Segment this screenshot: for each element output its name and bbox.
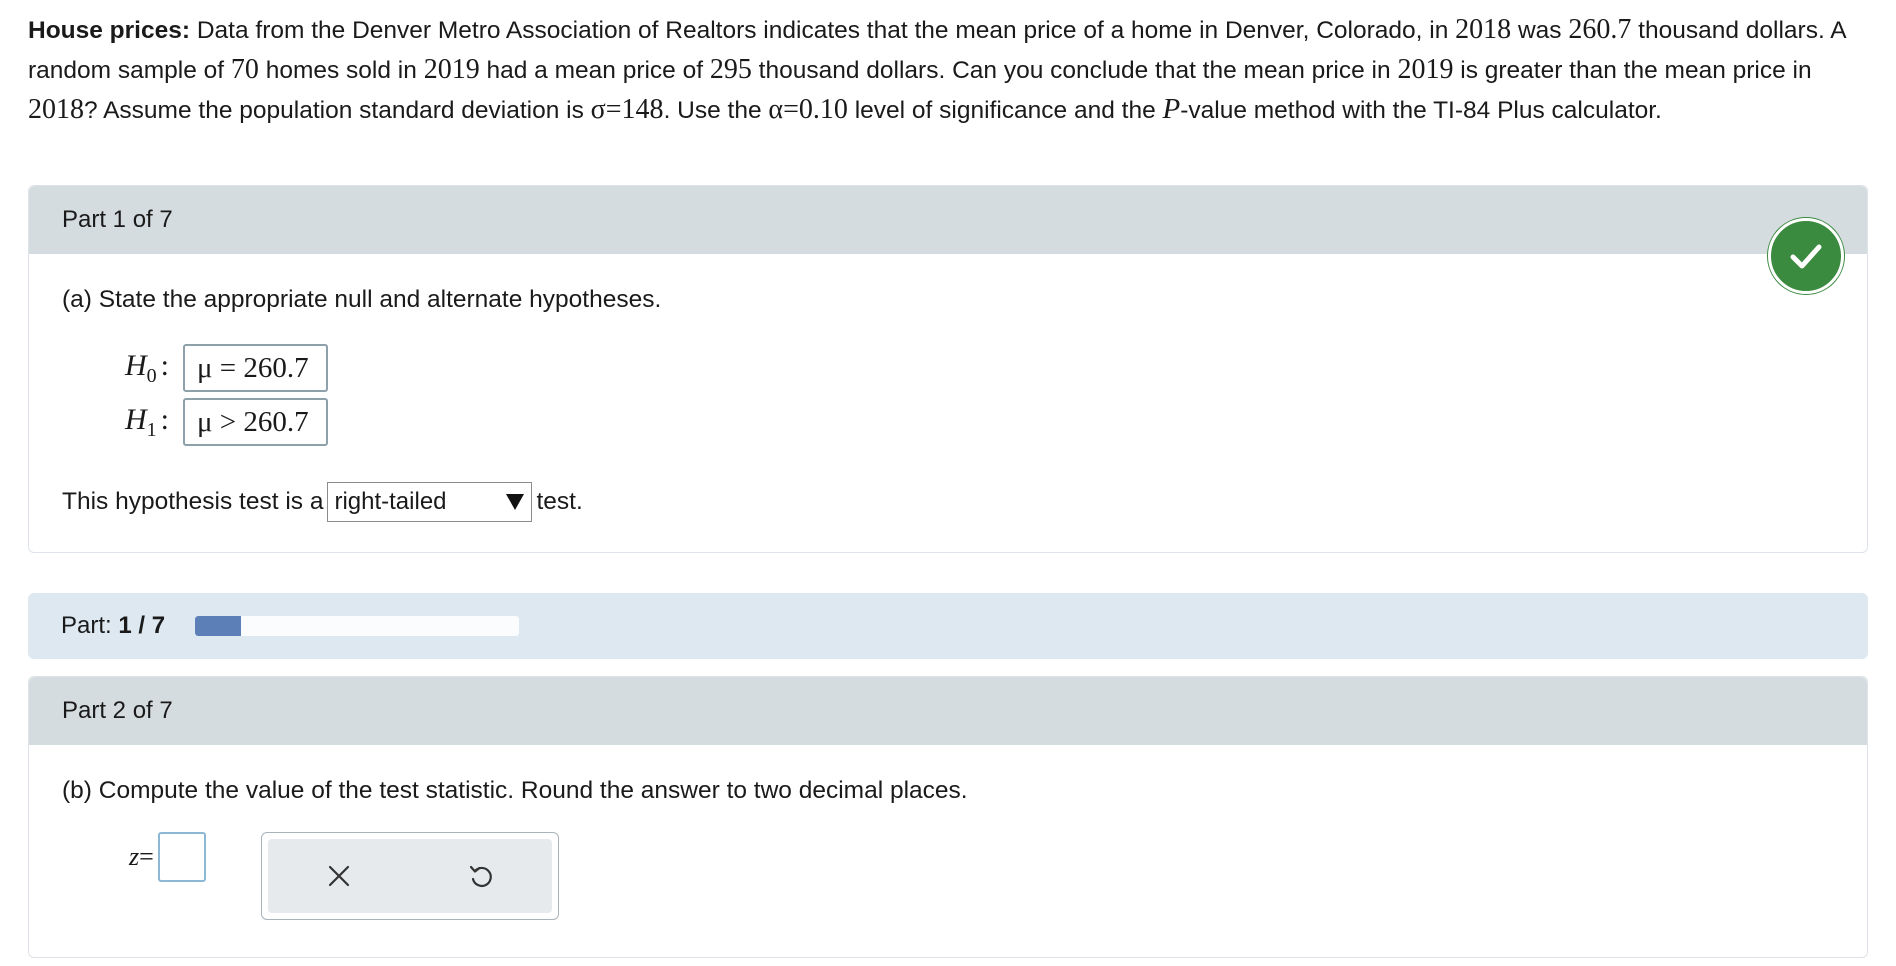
test-type-suffix: test.: [536, 488, 583, 515]
progress-fill: [195, 616, 242, 636]
h1-label: H1:: [125, 402, 170, 441]
math-alpha: α=0.10: [768, 94, 848, 125]
problem-text: was: [1511, 17, 1569, 44]
h0-answer-box[interactable]: μ = 260.7: [183, 344, 328, 392]
alt-hypothesis-row: H1: μ > 260.7: [125, 398, 328, 446]
progress-value: 1 / 7: [118, 612, 166, 639]
part1-question: (a) State the appropriate null and alter…: [62, 286, 662, 313]
progress-label: Part: 1 / 7: [61, 612, 166, 639]
test-type-sentence: This hypothesis test is a right-tailed t…: [62, 482, 583, 522]
problem-text: ? Assume the population standard deviati…: [84, 97, 591, 124]
z-answer-row: z =: [129, 832, 206, 882]
part2-card: Part 2 of 7 (b) Compute the value of the…: [28, 676, 1868, 958]
z-equals: =: [139, 842, 154, 871]
problem-text: Data from the Denver Metro Association o…: [190, 17, 1456, 44]
part2-header: Part 2 of 7: [29, 677, 1867, 745]
clear-button[interactable]: [309, 846, 369, 906]
math-year: 2019: [423, 54, 480, 85]
test-type-select[interactable]: right-tailed: [327, 482, 533, 522]
part1-header: Part 1 of 7: [29, 186, 1867, 254]
test-type-value: right-tailed: [334, 488, 447, 515]
problem-text: had a mean price of: [479, 57, 710, 84]
math-mean-2018: 260.7: [1568, 14, 1632, 45]
answer-toolbox: [261, 832, 559, 920]
part2-question: (b) Compute the value of the test statis…: [62, 777, 968, 804]
problem-statement: House prices: Data from the Denver Metro…: [28, 10, 1868, 130]
part1-card: Part 1 of 7 (a) State the appropriate nu…: [28, 185, 1868, 553]
h0-label: H0:: [125, 348, 170, 387]
part2-header-label: Part 2 of 7: [62, 697, 173, 724]
math-year: 2018: [28, 94, 84, 125]
clear-icon: [328, 865, 350, 887]
problem-text: homes sold in: [258, 57, 424, 84]
math-year: 2018: [1455, 14, 1512, 45]
problem-lead: House prices:: [28, 17, 191, 44]
test-type-prefix: This hypothesis test is a: [62, 488, 324, 515]
math-year: 2019: [1397, 54, 1454, 85]
problem-text: thousand dollars. Can you conclude that …: [751, 57, 1398, 84]
undo-button[interactable]: [451, 846, 511, 906]
math-p: P: [1162, 93, 1181, 125]
z-label: z: [129, 842, 140, 871]
check-icon: [1790, 244, 1822, 269]
problem-text: -value method with the TI-84 Plus calcul…: [1180, 97, 1662, 124]
null-hypothesis-row: H0: μ = 260.7: [125, 344, 328, 392]
progress-track: [195, 616, 520, 636]
correct-check-icon: [1768, 218, 1844, 294]
dropdown-arrow-icon: [506, 494, 525, 510]
problem-text: is greater than the mean price in: [1453, 57, 1812, 84]
math-sigma: σ=148: [590, 94, 664, 125]
z-input[interactable]: [157, 832, 206, 882]
problem-text: level of significance and the: [847, 97, 1163, 124]
math-sample-size: 70: [230, 54, 259, 85]
undo-icon: [469, 865, 492, 888]
h1-answer-box[interactable]: μ > 260.7: [183, 398, 328, 446]
math-mean-2019: 295: [709, 54, 752, 85]
problem-text: . Use the: [663, 97, 769, 124]
part1-header-label: Part 1 of 7: [62, 206, 173, 233]
progress-bar-section: Part: 1 / 7: [28, 593, 1868, 659]
answer-toolbox-inner: [268, 839, 552, 913]
